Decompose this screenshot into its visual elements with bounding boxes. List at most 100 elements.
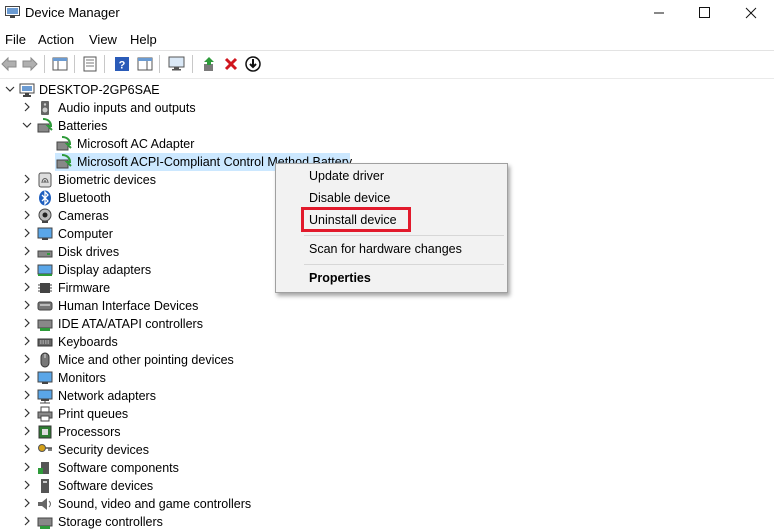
- chevron-right-icon[interactable]: [22, 408, 32, 418]
- tree-category-keyboards[interactable]: Keyboards: [0, 333, 300, 351]
- minimize-button[interactable]: [636, 0, 682, 26]
- tree-category-bluetooth[interactable]: Bluetooth: [0, 189, 300, 207]
- category-label: Biometric devices: [58, 173, 156, 187]
- tree-category-storage[interactable]: Storage controllers: [0, 513, 300, 531]
- show-hide-console-tree-button[interactable]: [51, 54, 69, 74]
- maximize-icon: [699, 7, 710, 18]
- console-tree-icon: [52, 57, 68, 71]
- chevron-right-icon[interactable]: [22, 210, 32, 220]
- fingerprint-icon: [38, 172, 52, 188]
- category-label: Audio inputs and outputs: [58, 101, 196, 115]
- chevron-down-icon[interactable]: [5, 84, 15, 94]
- close-button[interactable]: [728, 0, 774, 26]
- back-button[interactable]: [0, 54, 18, 74]
- help-toolbar-button[interactable]: ?: [113, 54, 131, 74]
- menu-help[interactable]: Help: [130, 32, 157, 47]
- chevron-right-icon[interactable]: [22, 480, 32, 490]
- action-pane-button[interactable]: [136, 54, 154, 74]
- tree-category-monitors[interactable]: Monitors: [0, 369, 300, 387]
- chevron-right-icon[interactable]: [22, 390, 32, 400]
- chevron-right-icon[interactable]: [22, 318, 32, 328]
- category-label: Firmware: [58, 281, 111, 295]
- tree-category-audio[interactable]: Audio inputs and outputs: [0, 99, 300, 117]
- chevron-right-icon[interactable]: [22, 228, 32, 238]
- chevron-right-icon[interactable]: [22, 516, 32, 526]
- tree-category-computer[interactable]: Computer: [0, 225, 300, 243]
- category-label: Human Interface Devices: [58, 299, 199, 313]
- menu-action[interactable]: Action: [38, 32, 74, 47]
- menu-separator: [304, 235, 504, 236]
- chevron-right-icon[interactable]: [22, 354, 32, 364]
- tree-category-sound[interactable]: Sound, video and game controllers: [0, 495, 300, 513]
- mouse-icon: [40, 352, 50, 368]
- chevron-right-icon[interactable]: [22, 300, 32, 310]
- chevron-right-icon[interactable]: [22, 192, 32, 202]
- menu-update-driver[interactable]: Update driver: [309, 169, 384, 183]
- menu-file[interactable]: File: [5, 32, 26, 47]
- red-x-icon: [224, 57, 238, 71]
- network-adapter-icon: [37, 389, 53, 404]
- menu-separator: [304, 264, 504, 265]
- tree-category-network[interactable]: Network adapters: [0, 387, 300, 405]
- tree-root[interactable]: DESKTOP-2GP6SAE: [0, 81, 300, 99]
- tree-category-print-queues[interactable]: Print queues: [0, 405, 300, 423]
- forward-button[interactable]: [21, 54, 39, 74]
- window-title: Device Manager: [25, 5, 120, 20]
- tree-category-display-adapters[interactable]: Display adapters: [0, 261, 300, 279]
- menu-view[interactable]: View: [89, 32, 117, 47]
- tree-category-biometric[interactable]: Biometric devices: [0, 171, 300, 189]
- disk-drive-icon: [37, 250, 53, 258]
- chevron-right-icon[interactable]: [22, 336, 32, 346]
- update-driver-icon: [204, 57, 214, 71]
- close-icon: [745, 7, 757, 19]
- device-manager-app-icon: [5, 6, 20, 18]
- maximize-button[interactable]: [682, 0, 728, 26]
- tree-category-processors[interactable]: Processors: [0, 423, 300, 441]
- chip-icon: [38, 283, 52, 293]
- enable-device-toolbar-button[interactable]: [244, 54, 262, 74]
- uninstall-toolbar-button[interactable]: [222, 54, 240, 74]
- speaker-icon: [38, 498, 51, 510]
- tree-category-mice[interactable]: Mice and other pointing devices: [0, 351, 300, 369]
- category-label: Batteries: [58, 119, 108, 133]
- tree-category-batteries[interactable]: Batteries: [0, 117, 300, 135]
- menu-divider: [0, 50, 774, 51]
- chevron-down-icon[interactable]: [22, 120, 32, 130]
- tree-device-ac-adapter[interactable]: Microsoft AC Adapter: [0, 135, 300, 153]
- tree-category-ide[interactable]: IDE ATA/ATAPI controllers: [0, 315, 300, 333]
- category-label: Computer: [58, 227, 113, 241]
- chevron-right-icon[interactable]: [22, 426, 32, 436]
- menu-properties[interactable]: Properties: [309, 271, 371, 285]
- chevron-right-icon[interactable]: [22, 246, 32, 256]
- category-label: Processors: [58, 425, 121, 439]
- tree-category-hid[interactable]: Human Interface Devices: [0, 297, 300, 315]
- menu-disable-device[interactable]: Disable device: [309, 191, 390, 205]
- tree-category-firmware[interactable]: Firmware: [0, 279, 300, 297]
- update-driver-toolbar-button[interactable]: [200, 54, 218, 74]
- chevron-right-icon[interactable]: [22, 282, 32, 292]
- tree-category-software-devices[interactable]: Software devices: [0, 477, 300, 495]
- properties-toolbar-button[interactable]: [81, 54, 99, 74]
- chevron-right-icon[interactable]: [22, 174, 32, 184]
- chevron-right-icon[interactable]: [22, 372, 32, 382]
- tree-category-security[interactable]: Security devices: [0, 441, 300, 459]
- uninstall-highlight-box: [301, 207, 411, 232]
- category-label: Software devices: [58, 479, 154, 493]
- chevron-right-icon[interactable]: [22, 498, 32, 508]
- chevron-right-icon[interactable]: [22, 264, 32, 274]
- tree-category-cameras[interactable]: Cameras: [0, 207, 300, 225]
- download-arrow-icon: [245, 56, 261, 72]
- chevron-right-icon[interactable]: [22, 444, 32, 454]
- chevron-right-icon[interactable]: [22, 102, 32, 112]
- menu-scan-hardware[interactable]: Scan for hardware changes: [309, 242, 462, 256]
- category-label: IDE ATA/ATAPI controllers: [58, 317, 203, 331]
- tree-category-software-components[interactable]: Software components: [0, 459, 300, 477]
- bluetooth-icon: [39, 190, 51, 206]
- scan-hardware-toolbar-button[interactable]: [167, 54, 185, 74]
- monitor-icon: [37, 371, 53, 384]
- action-pane-icon: [137, 57, 153, 71]
- storage-controller-icon: [37, 517, 53, 529]
- chevron-right-icon[interactable]: [22, 462, 32, 472]
- title-bar: Device Manager: [0, 0, 774, 26]
- tree-category-disk-drives[interactable]: Disk drives: [0, 243, 300, 261]
